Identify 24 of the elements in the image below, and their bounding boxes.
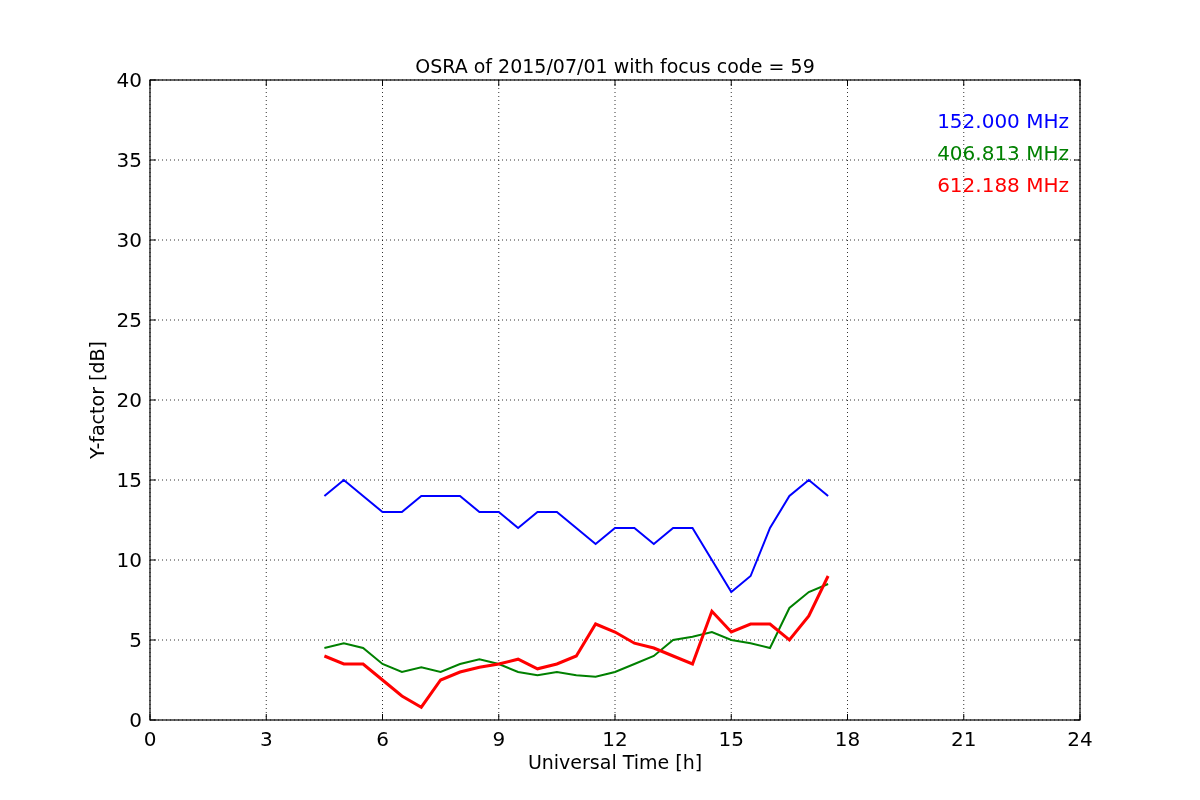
tick-label: 3 bbox=[259, 727, 273, 751]
tick-label: 15 bbox=[718, 727, 744, 751]
tick-label: 9 bbox=[492, 727, 506, 751]
tick-label: 35 bbox=[116, 148, 142, 172]
tick-label: 20 bbox=[116, 388, 142, 412]
tick-label: 40 bbox=[116, 68, 142, 92]
tick-label: 0 bbox=[143, 727, 157, 751]
tick-label: 30 bbox=[116, 228, 142, 252]
legend-label: 612.188 MHz bbox=[937, 173, 1069, 197]
tick-label: 18 bbox=[834, 727, 861, 751]
legend-label: 406.813 MHz bbox=[937, 141, 1069, 165]
tick-label: 12 bbox=[602, 727, 628, 751]
tick-label: 25 bbox=[116, 308, 142, 332]
tick-label: 21 bbox=[951, 727, 977, 751]
tick-label: 15 bbox=[116, 468, 142, 492]
tick-label: 0 bbox=[129, 708, 142, 732]
legend-label: 152.000 MHz bbox=[937, 109, 1069, 133]
axis-label: Universal Time [h] bbox=[527, 751, 703, 773]
tick-label: 24 bbox=[1067, 727, 1093, 751]
tick-label: 5 bbox=[129, 628, 142, 652]
axis-label: Y-factor [dB] bbox=[86, 341, 108, 459]
chart-title: OSRA of 2015/07/01 with focus code = 59 bbox=[415, 55, 815, 77]
tick-label: 10 bbox=[116, 548, 142, 572]
tick-label: 6 bbox=[376, 727, 389, 751]
